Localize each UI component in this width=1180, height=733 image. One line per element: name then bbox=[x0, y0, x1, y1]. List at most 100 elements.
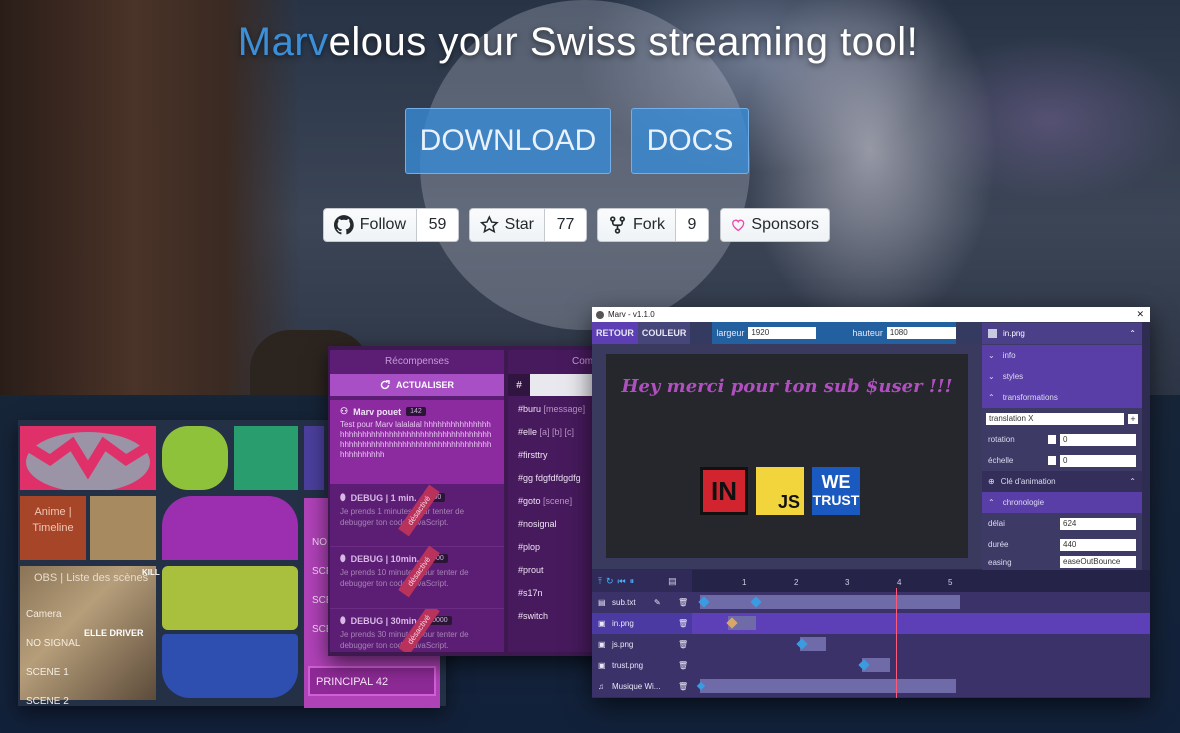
hash-prefix: # bbox=[508, 374, 530, 396]
close-icon[interactable]: ✕ bbox=[1136, 309, 1144, 320]
props-file-header[interactable]: in.png ⌃ bbox=[982, 323, 1142, 344]
section-info[interactable]: ⌄ info bbox=[982, 345, 1142, 366]
trash-icon[interactable] bbox=[1048, 435, 1056, 444]
track-clip[interactable] bbox=[700, 679, 956, 693]
track-name: trust.png bbox=[612, 661, 644, 670]
scene-item[interactable]: SCENE 1 bbox=[26, 658, 80, 687]
fork-count[interactable]: 9 bbox=[676, 208, 709, 242]
easing-select[interactable]: easeOutBounce bbox=[1060, 556, 1136, 568]
reward-item[interactable]: ⚇ Marv pouet 142 Test pour Marv lalalalal … bbox=[330, 400, 504, 484]
reward-item[interactable]: ⬮DEBUG | 10min.5000 Je prends 10 minutes… bbox=[330, 545, 504, 606]
we-text: WE bbox=[821, 472, 851, 492]
timeline-playhead[interactable] bbox=[896, 588, 897, 698]
tile-teal[interactable] bbox=[234, 426, 298, 490]
js-logo[interactable]: JS bbox=[756, 467, 804, 515]
track-row[interactable]: ▤ sub.txt ✎ 🗑 bbox=[592, 592, 1150, 613]
tile-scenes-list[interactable]: OBS | Liste des scènes KILL ELLE DRIVER … bbox=[20, 566, 160, 707]
sponsors-main[interactable]: Sponsors bbox=[720, 208, 830, 242]
star-main[interactable]: Star bbox=[469, 208, 545, 242]
props-scrollbar[interactable] bbox=[1142, 322, 1150, 570]
command-item[interactable]: #buru [message] bbox=[518, 404, 585, 414]
section-styles[interactable]: ⌄ styles bbox=[982, 366, 1142, 387]
rotation-label: rotation bbox=[988, 435, 1015, 444]
file-icon[interactable]: ▤ bbox=[668, 576, 677, 587]
tile-pink-shape[interactable] bbox=[20, 426, 156, 492]
github-star-button[interactable]: Star 77 bbox=[469, 208, 587, 242]
track-row[interactable]: ▣ trust.png 🗑 bbox=[592, 655, 1150, 676]
rotation-input[interactable]: 0 bbox=[1060, 433, 1136, 446]
we-trust-logo[interactable]: WE TRUST bbox=[812, 467, 860, 515]
command-item[interactable]: #nosignal bbox=[518, 519, 557, 529]
docs-button[interactable]: DOCS bbox=[631, 108, 749, 174]
tile-anime-timeline[interactable]: Anime | Timeline bbox=[20, 496, 86, 560]
github-follow-button[interactable]: Follow 59 bbox=[323, 208, 459, 242]
track-row[interactable]: ▣ js.png 🗑 bbox=[592, 634, 1150, 655]
largeur-input[interactable]: 1920 bbox=[748, 327, 817, 339]
refresh-button[interactable]: ACTUALISER bbox=[330, 374, 504, 396]
principal-scene-button[interactable]: PRINCIPAL 42 bbox=[308, 666, 436, 696]
scene-item[interactable]: Camera bbox=[26, 600, 80, 629]
command-item[interactable]: #gg fdgfdfdgdfg bbox=[518, 473, 581, 483]
command-item[interactable]: #prout bbox=[518, 565, 544, 575]
command-item[interactable]: #goto [scene] bbox=[518, 496, 572, 506]
track-row-selected[interactable]: ▣ in.png 🗑 bbox=[592, 613, 1150, 634]
download-button[interactable]: DOWNLOAD bbox=[405, 108, 611, 174]
track-row[interactable]: ♫ Musique Wi... 🗑 bbox=[592, 676, 1150, 697]
command-item[interactable]: #s17n bbox=[518, 588, 543, 598]
loop-icon[interactable]: ↻ bbox=[606, 576, 614, 587]
scene-item[interactable]: SCENE 2 bbox=[26, 687, 80, 716]
trash-icon[interactable]: 🗑 bbox=[678, 661, 688, 670]
tile-lime[interactable] bbox=[162, 566, 298, 630]
trash-icon[interactable]: 🗑 bbox=[678, 640, 688, 649]
trash-icon[interactable]: 🗑 bbox=[678, 682, 688, 691]
hauteur-input[interactable]: 1080 bbox=[886, 327, 957, 339]
in-logo[interactable]: IN bbox=[700, 467, 748, 515]
transform-select[interactable]: translation X bbox=[986, 412, 1124, 425]
ruler-tick: 2 bbox=[794, 578, 799, 587]
section-cle-animation[interactable]: ⊕ Clé d'animation ⌃ bbox=[982, 471, 1142, 492]
preview-text[interactable]: Hey merci pour ton sub $user !!! bbox=[606, 376, 968, 397]
command-item[interactable]: #switch bbox=[518, 611, 548, 621]
section-transformations[interactable]: ⌃ transformations bbox=[982, 387, 1142, 408]
track-name: in.png bbox=[612, 619, 634, 628]
chevron-up-icon[interactable]: ⌃ bbox=[1129, 329, 1136, 338]
upload-icon[interactable]: ⤒ bbox=[598, 576, 602, 587]
add-icon[interactable]: + bbox=[1128, 413, 1138, 424]
command-item[interactable]: #firsttry bbox=[518, 450, 548, 460]
edit-icon[interactable]: ✎ bbox=[654, 598, 661, 607]
duree-input[interactable]: 440 bbox=[1060, 538, 1136, 551]
fork-main[interactable]: Fork bbox=[597, 208, 676, 242]
star-count[interactable]: 77 bbox=[545, 208, 587, 242]
track-clip[interactable] bbox=[700, 595, 960, 609]
command-args: [message] bbox=[543, 404, 586, 414]
delai-input[interactable]: 624 bbox=[1060, 517, 1136, 530]
section-info-label: info bbox=[1002, 351, 1016, 360]
trash-icon[interactable]: 🗑 bbox=[678, 619, 688, 628]
tile-purple-arch[interactable] bbox=[162, 496, 298, 560]
tile-tan[interactable] bbox=[90, 496, 156, 560]
tile-green-rounded[interactable] bbox=[162, 426, 228, 490]
github-fork-button[interactable]: Fork 9 bbox=[597, 208, 709, 242]
trash-icon[interactable]: 🗑 bbox=[678, 598, 688, 607]
follow-count[interactable]: 59 bbox=[417, 208, 459, 242]
ruler-tick: 4 bbox=[897, 578, 902, 587]
timeline-ruler[interactable]: 1 2 3 4 5 bbox=[692, 570, 1150, 592]
echelle-input[interactable]: 0 bbox=[1060, 454, 1136, 467]
reward-item[interactable]: ⬮DEBUG | 1 min.1000 Je prends 1 minutes … bbox=[330, 484, 504, 544]
skip-back-icon[interactable]: ⏮ bbox=[618, 576, 626, 587]
couleur-button[interactable]: COULEUR bbox=[637, 322, 691, 344]
retour-button[interactable]: RETOUR bbox=[592, 322, 638, 344]
scene-item[interactable]: NO SIGNAL bbox=[26, 629, 80, 658]
refresh-icon bbox=[380, 380, 390, 390]
tile-indigo[interactable] bbox=[304, 426, 324, 490]
reward-item[interactable]: ⬮ DEBUG | 30min. 10000 Je prends 30 minute… bbox=[330, 608, 504, 652]
tile-blue[interactable] bbox=[162, 634, 298, 698]
command-item[interactable]: #plop bbox=[518, 542, 540, 552]
command-item[interactable]: #elle [a] [b] [c] bbox=[518, 427, 574, 437]
follow-main[interactable]: Follow bbox=[323, 208, 417, 242]
trash-icon[interactable] bbox=[1048, 456, 1056, 465]
section-chronologie[interactable]: ⌃ chronologie bbox=[982, 492, 1142, 513]
github-sponsors-button[interactable]: Sponsors bbox=[720, 208, 830, 242]
pause-icon[interactable]: ⏸ bbox=[630, 576, 635, 587]
bug-icon: ⬮ bbox=[340, 615, 346, 625]
